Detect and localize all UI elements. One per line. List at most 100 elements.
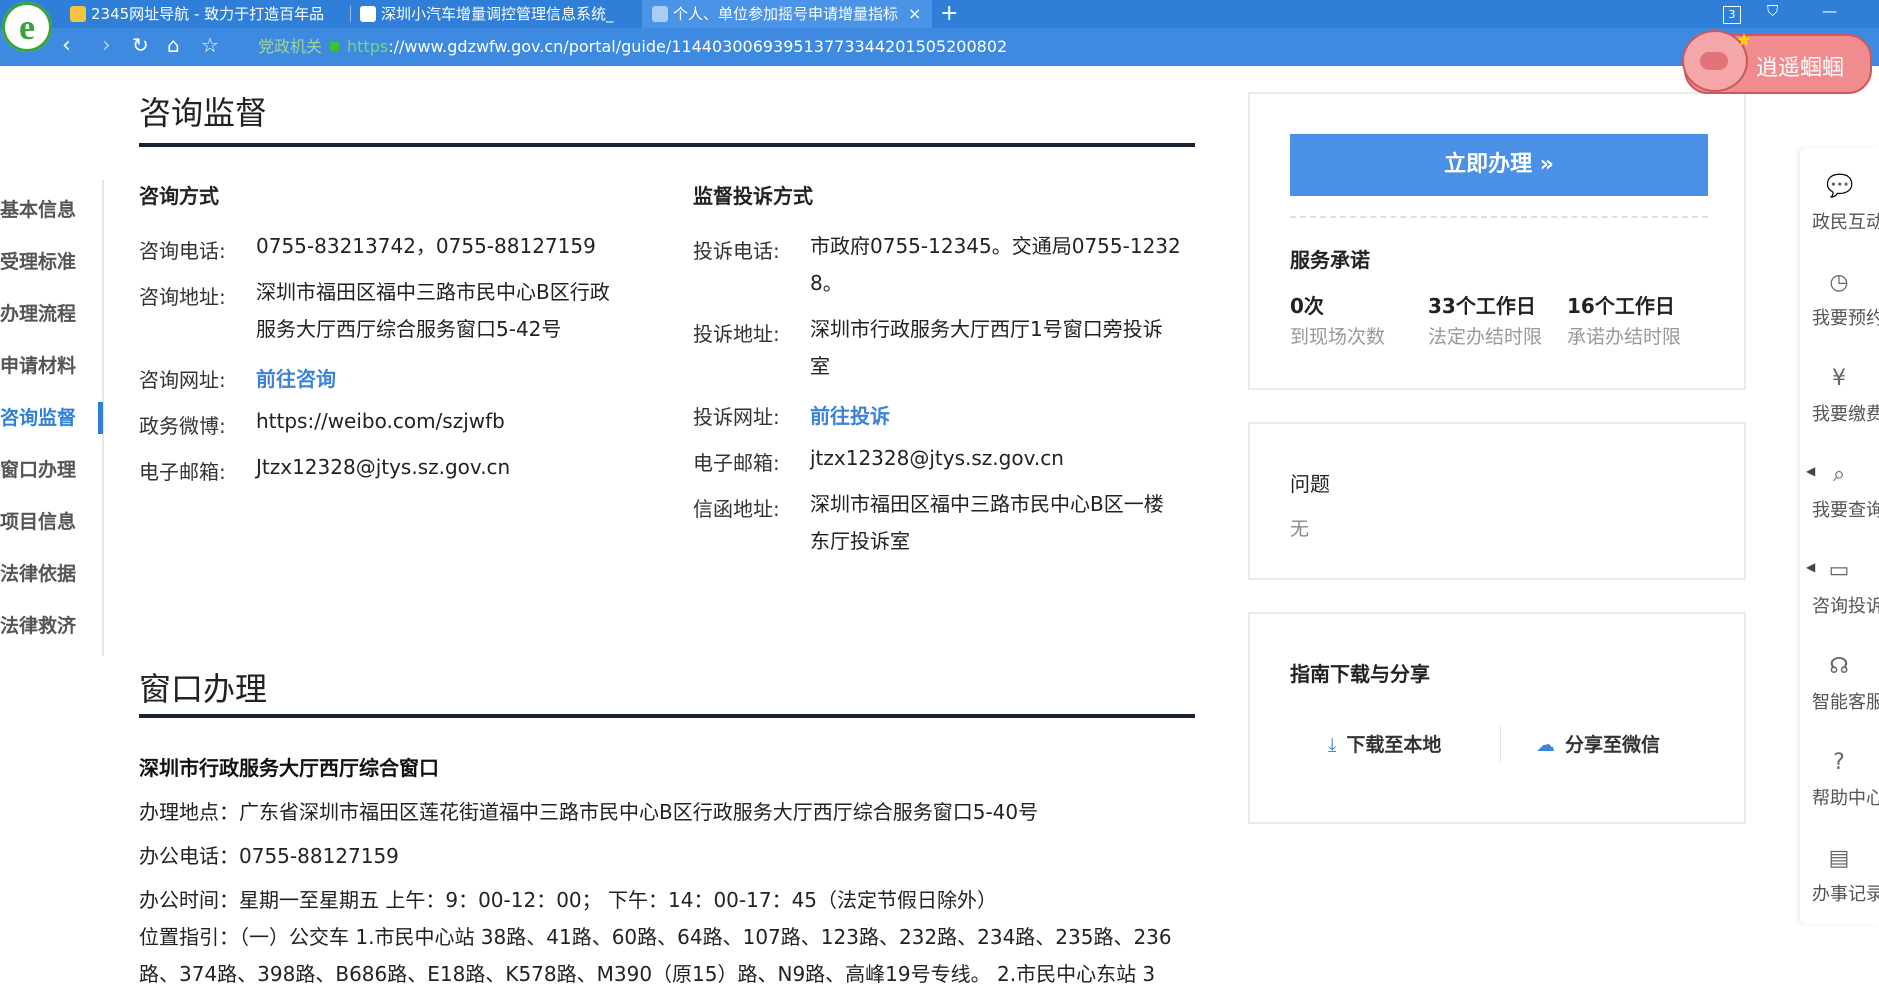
home-icon[interactable]: ⌂ <box>167 33 180 57</box>
share-title: 指南下载与分享 <box>1290 662 1430 686</box>
apply-panel: 立即办理 » 服务承诺 0次 到现场次数 33个工作日 法定办结时限 16个工作… <box>1248 92 1746 390</box>
grid-icon[interactable]: ▦ <box>1352 64 1366 86</box>
gov-tag: 党政机关 <box>258 37 323 56</box>
stat-legal-limit-label: 法定办结时限 <box>1428 326 1543 348</box>
tab-title: 2345网址导航 - 致力于打造百年品 <box>91 5 325 23</box>
minimize-icon[interactable]: — <box>1822 2 1837 20</box>
float-item-query[interactable]: ◀ ⌕ 我要查询 <box>1800 458 1879 538</box>
consult-address-line2: 服务大厅西厅综合服务窗口5-42号 <box>256 317 562 341</box>
url-field[interactable]: 党政机关 https://www.gdzwfw.gov.cn/portal/gui… <box>258 36 1007 58</box>
nav-item-legal-remedy[interactable]: 法律救济 <box>0 614 76 638</box>
download-button[interactable]: ⤓ 下载至本地 <box>1328 730 1441 757</box>
tab-count-badge[interactable]: 3 <box>1723 6 1741 24</box>
promo-badge[interactable]: ★ 逍遥蝈蝈 <box>1682 30 1872 94</box>
complaint-web-label: 投诉网址: <box>693 405 780 429</box>
stat-legal-limit-value: 33个工作日 <box>1428 294 1536 318</box>
page-icon <box>360 6 376 22</box>
headset-icon: ☊ <box>1829 654 1849 679</box>
browser-logo[interactable]: e <box>2 2 52 52</box>
mail-address-line1: 深圳市福田区福中三路市民中心B区一楼 <box>810 492 1164 516</box>
float-item-records[interactable]: ▤ 办事记录 <box>1800 842 1879 922</box>
search-icon: ⌕ <box>1832 462 1846 487</box>
consult-address-label: 咨询地址: <box>139 285 226 309</box>
window-phone: 办公电话：0755-88127159 <box>139 844 399 868</box>
page-icon <box>652 6 668 22</box>
consult-address-line1: 深圳市福田区福中三路市民中心B区行政 <box>256 280 610 304</box>
monitor-icon: ▭ <box>1828 558 1850 583</box>
hot-news-text[interactable]: 正在看小猪佩奇被打 <box>1454 64 1580 86</box>
nav-item-legal-basis[interactable]: 法律依据 <box>0 562 76 586</box>
consult-phone: 0755-83213742，0755-88127159 <box>256 234 596 258</box>
window-location: 办理地点：广东省深圳市福田区莲花街道福中三路市民中心B区行政服务大厅西厅综合服务… <box>139 800 1039 824</box>
complaint-address-label: 投诉地址: <box>693 322 780 346</box>
float-item-complaint[interactable]: ◀ ▭ 咨询投诉 <box>1800 554 1879 634</box>
search-icon[interactable]: ⌕ <box>1600 64 1608 86</box>
tab-close-icon[interactable]: × <box>908 0 921 28</box>
help-icon: ? <box>1833 750 1845 775</box>
hot-news-icon: ☁ <box>1432 66 1447 84</box>
tab-2345[interactable]: 2345网址导航 - 致力于打造百年品 <box>70 0 332 28</box>
float-item-service[interactable]: ☊ 智能客服 <box>1800 650 1879 730</box>
complaint-method-title: 监督投诉方式 <box>693 184 813 208</box>
consult-phone-label: 咨询电话: <box>139 239 226 263</box>
float-item-appointment[interactable]: ◷ 我要预约 <box>1800 266 1879 346</box>
mail-address-label: 信函地址: <box>693 497 780 521</box>
secure-icon <box>330 42 340 51</box>
float-item-interaction[interactable]: 💬 政民互动 <box>1800 170 1879 250</box>
chevron-down-icon[interactable]: ⌄ <box>1400 64 1413 86</box>
issue-title: 问题 <box>1290 472 1330 496</box>
nav-item-window[interactable]: 窗口办理 <box>0 458 76 482</box>
complaint-address-line2: 室 <box>810 354 830 378</box>
float-toolbar: 💬 政民互动 ◷ 我要预约 ¥ 我要缴费 ◀ ⌕ 我要查询 ◀ ▭ 咨询投诉 ☊… <box>1800 148 1879 924</box>
tab-shenzhen-car[interactable]: 深圳小汽车增量调控管理信息系统_ <box>360 0 622 28</box>
float-item-payment[interactable]: ¥ 我要缴费 <box>1800 362 1879 442</box>
complaint-email-label: 电子邮箱: <box>693 451 780 475</box>
consult-web-link[interactable]: 前往咨询 <box>256 363 336 392</box>
complaint-web-link[interactable]: 前往投诉 <box>810 400 890 429</box>
reload-icon[interactable]: ↻ <box>132 33 149 57</box>
nav-item-acceptance[interactable]: 受理标准 <box>0 250 76 274</box>
security-shield-icon[interactable]: ⛨ <box>1320 64 1331 86</box>
tab-application-guide[interactable]: 个人、单位参加摇号申请增量指标 <box>642 0 932 28</box>
stat-promise-limit-value: 16个工作日 <box>1567 294 1675 318</box>
download-icon: ⤓ <box>1328 734 1337 756</box>
complaint-phone-line1: 市政府0755-12345。交通局0755-1232 <box>810 234 1181 258</box>
nav-item-consult[interactable]: 咨询监督 <box>0 402 103 434</box>
shirt-skin-icon[interactable]: ⛉ <box>1767 2 1778 20</box>
emoji-icon[interactable]: ☺ <box>1648 64 1664 86</box>
forward-icon[interactable]: › <box>102 33 111 58</box>
consult-email: Jtzx12328@jtys.sz.gov.cn <box>256 455 511 479</box>
back-icon[interactable]: ‹ <box>62 33 71 58</box>
browser-tab-bar: 2345网址导航 - 致力于打造百年品 深圳小汽车增量调控管理信息系统_ 个人、… <box>0 0 1879 28</box>
consult-web-label: 咨询网址: <box>139 368 226 392</box>
wechat-icon: ☁ <box>1536 734 1555 756</box>
nav-item-basic-info[interactable]: 基本信息 <box>0 198 76 222</box>
lightning-icon[interactable]: ϟ <box>1378 64 1388 86</box>
window-heading: 深圳市行政服务大厅西厅综合窗口 <box>139 756 439 780</box>
apply-now-button[interactable]: 立即办理 » <box>1290 134 1708 196</box>
consult-method-title: 咨询方式 <box>139 184 219 208</box>
promise-title: 服务承诺 <box>1290 248 1370 272</box>
section-divider <box>139 143 1195 147</box>
yen-icon: ¥ <box>1832 366 1846 391</box>
star-icon[interactable]: ☆ <box>201 33 219 57</box>
new-tab-button[interactable]: + <box>940 0 958 28</box>
float-item-help[interactable]: ? 帮助中心 <box>1800 746 1879 826</box>
badge-text: 逍遥蝈蝈 <box>1756 56 1845 81</box>
window-guide: 位置指引：（一）公交车 1.市民中心站 38路、41路、60路、64路、107路… <box>139 925 1172 986</box>
nav-item-materials[interactable]: 申请材料 <box>0 354 76 378</box>
mail-address-line2: 东厅投诉室 <box>810 529 910 553</box>
complaint-phone-label: 投诉电话: <box>693 239 780 263</box>
nav-item-process[interactable]: 办理流程 <box>0 302 76 326</box>
chat-icon: 💬 <box>1826 174 1854 199</box>
clipboard-icon: ▤ <box>1828 846 1850 871</box>
nav-item-project[interactable]: 项目信息 <box>0 510 76 534</box>
caret-left-icon: ◀ <box>1806 560 1816 574</box>
tab-title: 个人、单位参加摇号申请增量指标 <box>673 5 899 23</box>
section-divider <box>139 714 1195 718</box>
complaint-address-line1: 深圳市行政服务大厅西厅1号窗口旁投诉 <box>810 317 1163 341</box>
stat-visits-label: 到现场次数 <box>1290 326 1386 348</box>
star-icon: ★ <box>1736 30 1753 51</box>
issue-panel: 问题 无 <box>1248 422 1746 580</box>
wechat-share-button[interactable]: ☁ 分享至微信 <box>1536 730 1660 757</box>
